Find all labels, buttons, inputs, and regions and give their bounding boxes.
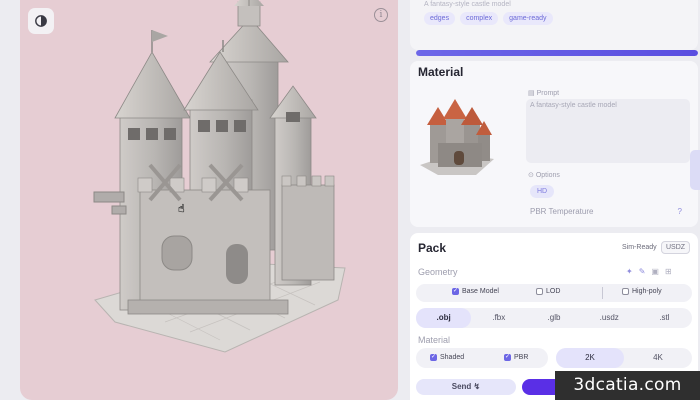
model-viewport[interactable]: ☝ i xyxy=(20,0,398,400)
sim-ready-label: Sim-Ready xyxy=(622,244,657,251)
prompt-label-text: Prompt xyxy=(536,90,560,97)
base-model-option[interactable]: ✓ Base Model xyxy=(452,288,499,295)
format-option-usdz[interactable]: .usdz xyxy=(582,308,637,328)
half-circle-icon xyxy=(35,15,47,27)
pack-title: Pack xyxy=(418,241,447,255)
resolution-selector: 2K 4K xyxy=(556,348,692,368)
generation-progress-bar xyxy=(416,50,698,56)
checkbox-empty-icon xyxy=(622,288,629,295)
sparkle-icon[interactable]: ✦ xyxy=(626,267,633,276)
material-thumbnail[interactable] xyxy=(416,93,498,177)
progress-fill xyxy=(416,50,698,56)
pbr-temperature-label: PBR Temperature xyxy=(530,207,594,216)
pbr-label: PBR xyxy=(514,354,529,361)
tag-list: edges complex game-ready xyxy=(424,12,553,25)
material-card: Material ▤ Prompt A fantasy-style castle… xyxy=(410,61,698,227)
resolution-option-2k[interactable]: 2K xyxy=(556,348,624,368)
pbr-temperature-row[interactable]: PBR Temperature ? xyxy=(530,207,682,216)
watermark: 3dcatia.com xyxy=(555,371,700,400)
high-poly-option[interactable]: High-poly xyxy=(622,288,662,295)
checkbox-checked-icon: ✓ xyxy=(452,288,459,295)
geometry-tools: ✦ ✎ ▣ ⊞ xyxy=(626,267,672,276)
high-poly-label: High-poly xyxy=(632,288,662,295)
info-icon[interactable]: i xyxy=(374,8,388,22)
castle-model[interactable]: ☝ xyxy=(20,0,398,400)
checkbox-empty-icon xyxy=(536,288,543,295)
view-mode-button[interactable] xyxy=(28,8,54,34)
resolution-option-4k[interactable]: 4K xyxy=(624,348,692,368)
hd-option-chip[interactable]: HD xyxy=(530,185,555,198)
grid-icon[interactable]: ⊞ xyxy=(665,267,672,276)
geometry-label: Geometry xyxy=(418,267,458,277)
tag-chip[interactable]: complex xyxy=(460,12,499,25)
tag-chip[interactable]: game-ready xyxy=(503,12,553,25)
shaded-label: Shaded xyxy=(440,354,465,361)
format-option-glb[interactable]: .glb xyxy=(526,308,581,328)
prompt-input[interactable]: A fantasy-style castle model xyxy=(526,99,690,163)
checkbox-checked-icon: ✓ xyxy=(504,354,511,361)
prompt-label: ▤ Prompt xyxy=(528,90,560,97)
generation-description: A fantasy-style castle model xyxy=(424,1,511,8)
tag-chip[interactable]: edges xyxy=(424,12,456,25)
lod-label: LOD xyxy=(546,288,561,295)
material-options-row: ✓ Shaded ✓ PBR xyxy=(416,348,548,368)
base-model-label: Base Model xyxy=(462,288,499,295)
options-label-text: Options xyxy=(535,172,560,179)
svg-text:☝: ☝ xyxy=(178,202,185,215)
send-button[interactable]: Send ↯ xyxy=(416,379,516,395)
shaded-option[interactable]: ✓ Shaded xyxy=(430,354,464,361)
send-icon: ↯ xyxy=(473,382,481,391)
material-title: Material xyxy=(418,65,464,79)
format-option-fbx[interactable]: .fbx xyxy=(471,308,526,328)
options-label: ⊙ Options xyxy=(528,172,560,179)
image-icon[interactable]: ▣ xyxy=(651,267,659,276)
checkbox-checked-icon: ✓ xyxy=(430,354,437,361)
pack-material-label: Material xyxy=(418,335,451,345)
format-option-stl[interactable]: .stl xyxy=(637,308,692,328)
sim-ready-format-badge[interactable]: USDZ xyxy=(661,241,691,254)
geometry-options-row: ✓ Base Model LOD High-poly xyxy=(416,284,692,302)
pbr-option[interactable]: ✓ PBR xyxy=(504,354,528,361)
pencil-icon[interactable]: ✎ xyxy=(639,267,646,276)
pbr-help-icon[interactable]: ? xyxy=(678,207,682,216)
lod-option[interactable]: LOD xyxy=(536,288,560,295)
panel-scroll-handle[interactable] xyxy=(690,150,700,190)
format-option-obj[interactable]: .obj xyxy=(416,308,472,328)
divider xyxy=(602,287,603,299)
format-selector: .obj .fbx .glb .usdz .stl xyxy=(416,308,692,328)
generation-card: A fantasy-style castle model edges compl… xyxy=(410,0,698,50)
send-label: Send xyxy=(451,382,472,391)
